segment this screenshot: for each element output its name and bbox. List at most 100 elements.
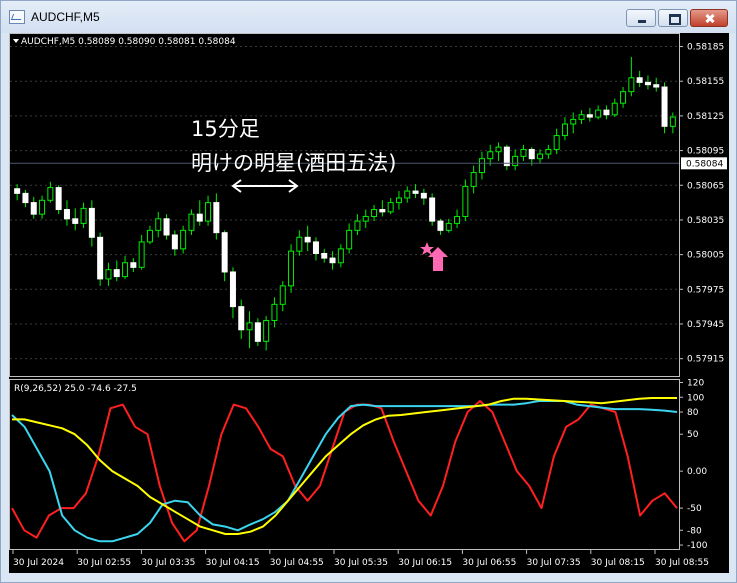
time-tick-label: 30 Jul 04:15: [206, 558, 260, 568]
bull-candle: [346, 229, 353, 250]
chart-window-icon: [9, 10, 25, 24]
bull-candle: [205, 202, 212, 222]
bull-candle: [263, 320, 270, 342]
bull-candle: [288, 250, 295, 287]
bear-candle: [30, 202, 37, 215]
bull-candle: [246, 322, 253, 331]
chart-canvas[interactable]: 0.58185 0.58155 0.58125 0.58095 0.58065 0.580…: [9, 33, 729, 573]
bear-candle: [379, 209, 386, 213]
bear-candle: [429, 197, 436, 222]
bull-candle: [105, 269, 112, 280]
bear-candle: [72, 218, 79, 224]
minimize-button[interactable]: [626, 9, 656, 27]
bear-candle: [196, 213, 203, 222]
time-tick-label: 30 Jul 2024: [13, 558, 64, 568]
chart-window: AUDCHF,M5 0.58185 0.58155 0.58125 0.58095 0.…: [0, 0, 737, 583]
bull-candle: [337, 248, 344, 264]
bear-candle: [88, 207, 95, 238]
bear-candle: [586, 114, 593, 118]
bull-candle: [545, 148, 552, 155]
bear-candle: [437, 220, 444, 231]
indicator-tick-label: -80: [687, 526, 702, 536]
bull-candle: [454, 215, 461, 224]
price-tick-label: 0.58065: [687, 181, 724, 191]
indicator-tick-label: 120: [687, 378, 704, 388]
bear-candle: [163, 218, 170, 236]
price-tick-label: 0.58185: [687, 43, 724, 53]
bull-candle: [404, 190, 411, 199]
time-tick-label: 30 Jul 02:55: [77, 558, 131, 568]
minimize-icon: [627, 10, 655, 26]
bull-candle: [561, 123, 568, 137]
bear-candle: [22, 192, 29, 204]
bear-candle: [97, 236, 104, 280]
star-icon: [420, 242, 434, 255]
bull-candle: [512, 155, 519, 167]
main-panel-frame: [9, 33, 680, 377]
bear-candle: [412, 190, 419, 194]
indicator-tick-label: -100: [687, 541, 708, 551]
chart-area[interactable]: 0.58185 0.58155 0.58125 0.58095 0.58065 0.580…: [9, 33, 729, 573]
price-tick-label: 0.58125: [687, 112, 724, 122]
bear-candle: [130, 262, 137, 268]
bull-candle: [520, 148, 527, 157]
bull-candle: [138, 241, 145, 268]
bull-candle: [279, 285, 286, 305]
current-price-label: 0.58084: [686, 159, 723, 169]
up-arrow-icon: [428, 247, 448, 271]
bull-candle: [462, 185, 469, 217]
time-tick-label: 30 Jul 04:55: [270, 558, 324, 568]
maximize-button[interactable]: [658, 9, 688, 27]
candles: [14, 56, 676, 351]
bear-candle: [55, 187, 62, 211]
time-tick-label: 30 Jul 06:15: [398, 558, 452, 568]
bear-candle: [238, 306, 245, 331]
bull-candle: [628, 77, 635, 93]
bear-candle: [304, 236, 311, 243]
indicator-series-line: [12, 397, 677, 535]
bear-candle: [213, 202, 220, 234]
price-tick-label: 0.58035: [687, 216, 724, 226]
indicator-axis: 120 100 80 50 0.00 -50 -80 -100: [679, 378, 708, 551]
grid: [10, 46, 679, 360]
indicator-lines: [11, 397, 678, 543]
bull-candle: [537, 153, 544, 160]
double-arrow-icon: [231, 179, 299, 193]
bull-candle: [371, 209, 378, 217]
symbol-info-label: AUDCHF,M5 0.58089 0.58090 0.58081 0.5808…: [21, 37, 236, 47]
panel-frames: [9, 33, 680, 550]
bear-candle: [420, 192, 427, 199]
bear-candle: [113, 269, 120, 278]
bull-candle: [578, 114, 585, 120]
bull-candle: [478, 158, 485, 174]
title-bar[interactable]: AUDCHF,M5: [1, 1, 736, 33]
indicator-label: R(9,26,52) 25.0 -74.6 -27.5: [14, 384, 137, 394]
time-tick-label: 30 Jul 07:35: [527, 558, 581, 568]
price-tick-label: 0.58155: [687, 77, 724, 87]
time-tick-label: 30 Jul 06:55: [462, 558, 516, 568]
bear-candle: [221, 232, 228, 273]
bull-candle: [146, 229, 153, 243]
bull-candle: [595, 109, 602, 118]
time-tick-label: 30 Jul 03:35: [141, 558, 195, 568]
bull-candle: [362, 215, 369, 222]
maximize-icon: [659, 10, 687, 26]
price-tick-label: 0.57975: [687, 285, 724, 295]
bear-candle: [14, 188, 21, 194]
indicator-tick-label: 100: [687, 393, 704, 403]
bear-candle: [254, 322, 261, 342]
chart-menu-triangle-icon[interactable]: [13, 39, 19, 43]
price-axis: 0.58185 0.58155 0.58125 0.58095 0.58065 0.580…: [679, 43, 724, 365]
bear-candle: [528, 148, 535, 160]
annotation-line-2: 明けの明星(酒田五法): [191, 151, 396, 175]
bear-candle: [63, 209, 70, 220]
bull-candle: [620, 91, 627, 104]
bear-candle: [321, 252, 328, 259]
indicator-tick-label: 50: [687, 430, 699, 440]
indicator-tick-label: -50: [687, 504, 702, 514]
bear-candle: [636, 77, 643, 83]
close-button[interactable]: [690, 9, 728, 27]
indicator-tick-label: 80: [687, 408, 699, 418]
bear-candle: [329, 257, 336, 264]
bear-candle: [229, 271, 236, 308]
